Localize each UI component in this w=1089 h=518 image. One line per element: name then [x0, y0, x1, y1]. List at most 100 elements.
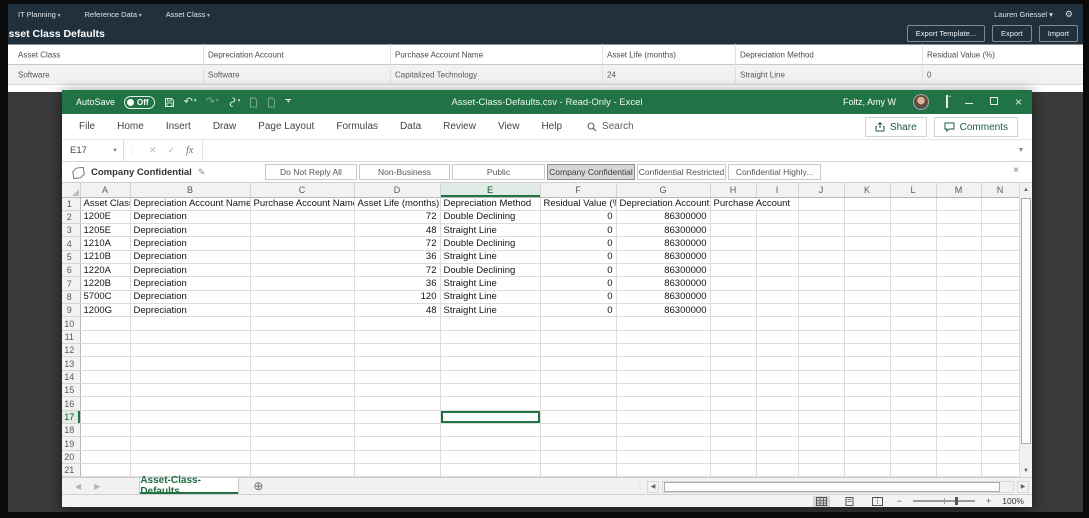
- cell[interactable]: [936, 370, 982, 385]
- cell[interactable]: [981, 330, 1020, 345]
- cell[interactable]: Residual Value (%): [540, 197, 617, 211]
- cell[interactable]: [440, 383, 541, 398]
- row-header-9[interactable]: 9: [62, 303, 81, 318]
- zoom-in-icon[interactable]: +: [986, 496, 991, 506]
- close-icon[interactable]: ×: [1013, 166, 1019, 176]
- sheet-tab-active[interactable]: Asset-Class-Defaults: [139, 475, 240, 497]
- cell[interactable]: [540, 370, 617, 385]
- user-menu[interactable]: Lauren Griessel ▾: [994, 10, 1053, 19]
- row-header-3[interactable]: 3: [62, 223, 81, 238]
- nav-item-asset-class[interactable]: Asset Class ▾: [166, 10, 210, 19]
- tab-formulas[interactable]: Formulas: [325, 114, 389, 140]
- cell[interactable]: [130, 330, 251, 345]
- sensitivity-option-1[interactable]: Do Not Reply All: [265, 164, 357, 180]
- sensitivity-option-2[interactable]: Non-Business: [359, 164, 450, 180]
- cell[interactable]: 1210A: [80, 236, 131, 251]
- cell[interactable]: [130, 356, 251, 371]
- cell[interactable]: [844, 276, 891, 291]
- cell[interactable]: [616, 370, 711, 385]
- cell[interactable]: [798, 396, 845, 411]
- row-header-1[interactable]: 1: [62, 197, 81, 211]
- cell[interactable]: [936, 423, 982, 438]
- vertical-scrollbar[interactable]: ▲ ▼: [1019, 183, 1032, 477]
- edit-pencil-icon[interactable]: ✎: [198, 167, 206, 178]
- save-icon[interactable]: [164, 97, 175, 108]
- cell[interactable]: [844, 370, 891, 385]
- cell[interactable]: [936, 330, 982, 345]
- cell[interactable]: [250, 410, 355, 425]
- cell[interactable]: [616, 343, 711, 358]
- cell[interactable]: [890, 423, 937, 438]
- cell[interactable]: [890, 276, 937, 291]
- cell[interactable]: 5700C: [80, 290, 131, 305]
- nav-item-it-planning[interactable]: IT Planning ▾: [18, 10, 61, 19]
- cell[interactable]: [250, 316, 355, 331]
- sensitivity-option-3[interactable]: Public: [452, 164, 545, 180]
- nav-item-reference-data[interactable]: Reference Data ▾: [85, 10, 142, 19]
- horizontal-scroll-track[interactable]: [662, 480, 1014, 493]
- cell[interactable]: [981, 197, 1020, 211]
- column-header-G[interactable]: G: [616, 183, 711, 198]
- cell[interactable]: [936, 316, 982, 331]
- cell[interactable]: Double Declining: [440, 210, 541, 225]
- cell[interactable]: 36: [354, 250, 441, 265]
- cell[interactable]: [80, 370, 131, 385]
- column-header-E[interactable]: E: [440, 183, 541, 198]
- cell[interactable]: [890, 263, 937, 278]
- new-sheet-icon[interactable]: ⊕: [253, 478, 263, 494]
- cell[interactable]: [756, 410, 799, 425]
- cell[interactable]: [844, 423, 891, 438]
- cell[interactable]: Straight Line: [440, 303, 541, 318]
- page-break-view-icon[interactable]: [869, 496, 886, 507]
- cell[interactable]: Purchase Account Name: [250, 197, 355, 211]
- cell[interactable]: [616, 463, 711, 477]
- cell[interactable]: [798, 450, 845, 465]
- cell[interactable]: [710, 343, 757, 358]
- scroll-up-icon[interactable]: ▲: [1020, 183, 1032, 196]
- row-header-17[interactable]: 17: [62, 410, 81, 425]
- export-template-button[interactable]: Export Template...: [906, 25, 986, 42]
- cell[interactable]: 0: [540, 276, 617, 291]
- cell[interactable]: [936, 263, 982, 278]
- sensitivity-option-5[interactable]: Confidential Restricted: [637, 164, 726, 180]
- cell[interactable]: [798, 276, 845, 291]
- cell[interactable]: [440, 356, 541, 371]
- cell[interactable]: [354, 343, 441, 358]
- column-header-H[interactable]: H: [710, 183, 757, 198]
- cell[interactable]: [440, 343, 541, 358]
- cell[interactable]: [756, 330, 799, 345]
- cell[interactable]: [354, 316, 441, 331]
- cell[interactable]: 0: [540, 303, 617, 318]
- cell[interactable]: [616, 396, 711, 411]
- cell[interactable]: [130, 343, 251, 358]
- column-header-F[interactable]: F: [540, 183, 617, 198]
- tab-review[interactable]: Review: [432, 114, 487, 140]
- cell[interactable]: [616, 316, 711, 331]
- tab-insert[interactable]: Insert: [155, 114, 202, 140]
- cell[interactable]: 86300000: [616, 223, 711, 238]
- cell[interactable]: 0: [540, 210, 617, 225]
- row-header-18[interactable]: 18: [62, 423, 81, 438]
- cell[interactable]: [936, 343, 982, 358]
- cell[interactable]: [798, 463, 845, 477]
- column-header-C[interactable]: C: [250, 183, 355, 198]
- scroll-right-icon[interactable]: ▶: [1017, 480, 1029, 493]
- cell[interactable]: [540, 330, 617, 345]
- cell[interactable]: [981, 370, 1020, 385]
- export-button[interactable]: Export: [992, 25, 1032, 42]
- column-header-J[interactable]: J: [798, 183, 845, 198]
- column-header-K[interactable]: K: [844, 183, 891, 198]
- row-header-10[interactable]: 10: [62, 316, 81, 331]
- sensitivity-option-4[interactable]: Company Confidential: [547, 164, 635, 180]
- cell[interactable]: [710, 210, 757, 225]
- cell[interactable]: 86300000: [616, 263, 711, 278]
- cell[interactable]: Depreciation Method: [440, 197, 541, 211]
- cell[interactable]: Double Declining: [440, 236, 541, 251]
- cell[interactable]: [756, 343, 799, 358]
- cell[interactable]: [80, 316, 131, 331]
- cell[interactable]: [981, 263, 1020, 278]
- cell[interactable]: [710, 290, 757, 305]
- cell[interactable]: [936, 197, 982, 211]
- row-header-6[interactable]: 6: [62, 263, 81, 278]
- cell[interactable]: [890, 356, 937, 371]
